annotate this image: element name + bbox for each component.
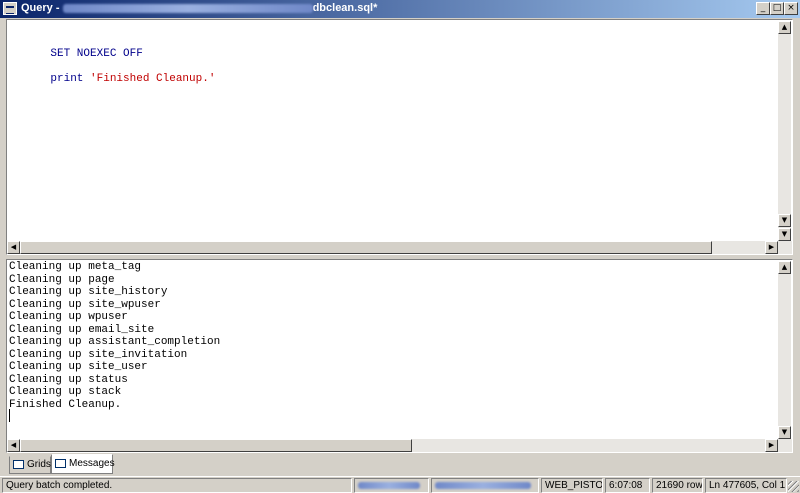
- messages-horizontal-scrollbar[interactable]: ◀ ▶: [7, 439, 792, 452]
- messages-vertical-scrollbar[interactable]: ▲ ▼: [778, 261, 791, 439]
- message-line: Cleaning up meta_tag: [9, 261, 142, 273]
- status-server: [354, 478, 429, 493]
- window-title-filename: dbclean.sql*: [312, 2, 378, 14]
- message-line: Finished Cleanup.: [9, 398, 122, 411]
- message-line: Cleaning up email_site: [9, 323, 155, 336]
- status-elapsed: 6:07:08: [605, 478, 650, 493]
- tab-messages[interactable]: Messages: [51, 454, 115, 474]
- scroll-down-icon[interactable]: ▼: [778, 228, 791, 241]
- messages-hscroll-thumb[interactable]: [20, 439, 412, 452]
- status-user: [431, 478, 539, 493]
- query-editor[interactable]: SET NOEXEC OFF print 'Finished Cleanup.'…: [6, 19, 793, 255]
- scroll-right-icon[interactable]: ▶: [765, 241, 778, 254]
- grids-icon: [13, 459, 24, 469]
- message-line: Cleaning up site_invitation: [9, 348, 188, 361]
- editor-keyword: SET NOEXEC OFF: [50, 48, 143, 60]
- redacted-user: [435, 481, 531, 489]
- text-caret: [9, 409, 10, 422]
- minimize-button[interactable]: _: [756, 2, 770, 15]
- redacted-connection-info: [62, 3, 313, 13]
- message-line: Cleaning up status: [9, 373, 128, 386]
- window-title: Query - dbclean.sql*: [21, 2, 377, 14]
- scroll-right-icon[interactable]: ▶: [765, 439, 778, 452]
- editor-vertical-scrollbar[interactable]: ▲ ▼ ▼: [778, 21, 791, 241]
- message-line: Cleaning up page: [9, 273, 115, 286]
- status-position: Ln 477605, Col 1: [705, 478, 787, 493]
- tab-grids[interactable]: Grids: [9, 456, 51, 474]
- window-title-bar[interactable]: Query - dbclean.sql* _ □ ×: [0, 0, 800, 18]
- message-line: Cleaning up site_user: [9, 361, 148, 373]
- scroll-up-icon[interactable]: ▲: [778, 261, 791, 274]
- message-line: Cleaning up site_history: [9, 286, 168, 298]
- tab-messages-label: Messages: [69, 458, 115, 469]
- editor-horizontal-scrollbar[interactable]: ◀ ▶: [7, 241, 792, 254]
- editor-string: 'Finished Cleanup.': [90, 73, 216, 85]
- message-line: Cleaning up site_wpuser: [9, 298, 161, 311]
- scroll-left-icon[interactable]: ◀: [7, 241, 20, 254]
- editor-line: print 'Finished Cleanup.': [24, 61, 215, 97]
- resize-grip-icon[interactable]: [788, 481, 799, 492]
- message-line: Cleaning up assistant_completion: [9, 336, 221, 348]
- scroll-up-icon[interactable]: ▲: [778, 21, 791, 34]
- status-message: Query batch completed.: [2, 478, 352, 493]
- status-rows: 21690 rows: [652, 478, 703, 493]
- maximize-button[interactable]: □: [770, 2, 784, 15]
- scroll-down-icon[interactable]: ▼: [778, 214, 791, 227]
- status-bar: Query batch completed. WEB_PISTON 6:07:0…: [0, 476, 800, 493]
- scroll-left-icon[interactable]: ◀: [7, 439, 20, 452]
- message-line: Cleaning up wpuser: [9, 311, 128, 323]
- close-button[interactable]: ×: [784, 2, 798, 15]
- status-database: WEB_PISTON: [541, 478, 603, 493]
- scroll-down-icon[interactable]: ▼: [778, 426, 791, 439]
- messages-pane[interactable]: Cleaning up meta_tag Cleaning up page Cl…: [6, 259, 793, 453]
- redacted-server: [358, 481, 420, 489]
- window-title-prefix: Query -: [21, 2, 63, 14]
- messages-icon: [55, 458, 66, 468]
- editor-hscroll-thumb[interactable]: [20, 241, 712, 254]
- message-line: Cleaning up stack: [9, 386, 122, 398]
- window-icon[interactable]: [3, 2, 17, 15]
- tab-grids-label: Grids: [27, 459, 51, 470]
- editor-keyword: print: [50, 73, 91, 85]
